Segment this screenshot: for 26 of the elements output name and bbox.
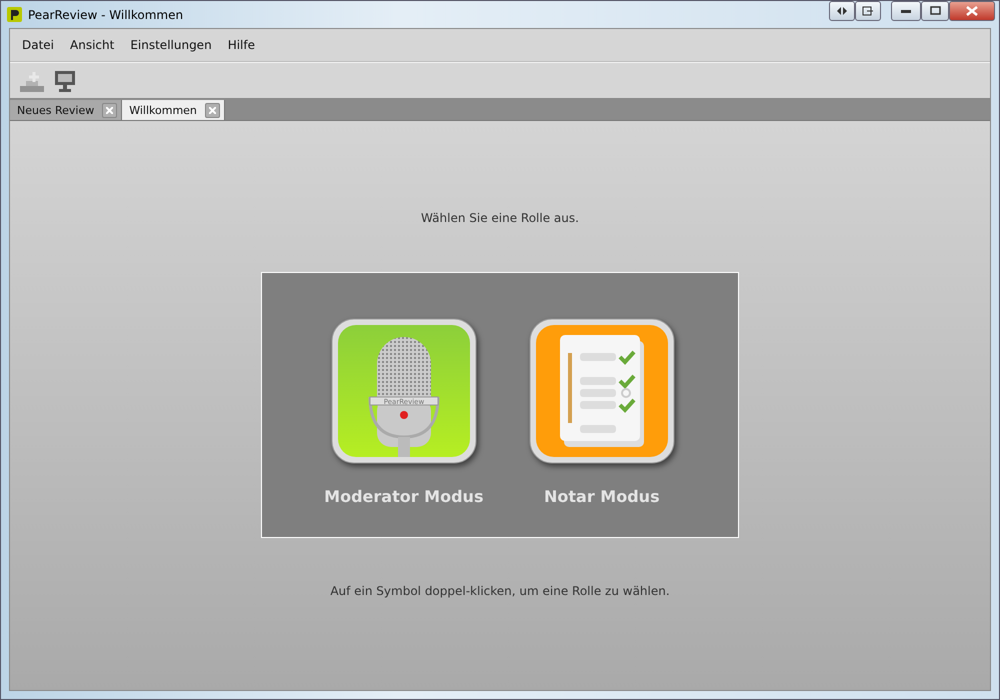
role-label: Notar Modus — [544, 487, 660, 506]
monitor-icon[interactable] — [54, 70, 76, 92]
maximize-button[interactable] — [921, 0, 949, 20]
minimize-icon — [900, 8, 912, 14]
menu-item[interactable]: Hilfe — [220, 38, 263, 52]
checklist-icon[interactable] — [528, 317, 676, 465]
hint-text: Auf ein Symbol doppel-klicken, um eine Rolle zu wählen. — [330, 584, 670, 598]
export-icon — [862, 6, 874, 16]
menu-item[interactable]: Datei — [14, 38, 62, 52]
minimize-button[interactable] — [891, 0, 921, 20]
export-button[interactable] — [855, 0, 881, 20]
menu-item[interactable]: Ansicht — [62, 38, 122, 52]
maximize-icon — [930, 6, 940, 15]
menu-item[interactable]: Einstellungen — [122, 38, 220, 52]
close-icon[interactable] — [204, 102, 220, 118]
window-title: PearReview - Willkommen — [28, 8, 184, 22]
tab[interactable]: Willkommen — [122, 100, 225, 120]
split-view-button[interactable] — [829, 0, 855, 20]
close-icon[interactable] — [102, 102, 118, 118]
tab[interactable]: Neues Review — [10, 100, 122, 120]
close-button[interactable] — [949, 0, 995, 20]
close-icon — [966, 6, 978, 16]
app-logo-icon — [7, 7, 22, 22]
prompt-text: Wählen Sie eine Rolle aus. — [421, 211, 579, 225]
role-label: Moderator Modus — [324, 487, 484, 506]
left-right-arrows-icon — [836, 6, 848, 16]
